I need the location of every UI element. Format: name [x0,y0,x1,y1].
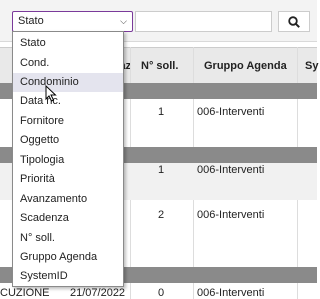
option-n-soll[interactable]: N° soll. [13,229,123,248]
header-n-soll[interactable]: N° soll. [141,60,178,72]
cell-n-soll: 1 [158,164,165,176]
option-gruppo-agenda[interactable]: Gruppo Agenda [13,248,123,267]
search-icon [288,16,300,28]
option-fornitore[interactable]: Fornitore [13,112,123,131]
option-tipologia[interactable]: Tipologia [13,151,123,170]
option-oggetto[interactable]: Oggetto [13,131,123,150]
option-priorita[interactable]: Priorità [13,170,123,189]
option-cond[interactable]: Cond. [13,54,123,73]
cell-gruppo: 006-Interventi [197,209,265,221]
search-button[interactable] [278,11,310,32]
option-stato[interactable]: Stato [13,34,123,53]
option-scadenza[interactable]: Scadenza [13,209,123,228]
field-select-value: Stato [18,15,44,27]
cell-gruppo: 006-Interventi [197,106,265,118]
option-data-ric[interactable]: Data ric. [13,92,123,111]
field-select-dropdown: Stato Cond. Condominio Data ric. Fornito… [12,31,124,287]
mouse-cursor-icon [45,85,57,102]
cell-date: 21/07/2022 [70,287,126,299]
field-select[interactable]: Stato ⌵ [12,11,133,32]
chevron-down-icon: ⌵ [120,16,127,26]
search-input[interactable] [135,11,272,32]
option-avanzamento[interactable]: Avanzamento [13,190,123,209]
cell-n-soll: 2 [158,209,165,221]
header-gruppo-agenda[interactable]: Gruppo Agenda [204,60,287,72]
cell-stato: CUZIONE [0,287,50,299]
option-condominio[interactable]: Condominio [13,73,123,92]
option-systemid[interactable]: SystemID [13,267,123,286]
cell-n-soll: 1 [158,106,165,118]
header-next[interactable]: Sy [305,60,318,72]
cell-gruppo: 006-Interventi [197,164,265,176]
cell-gruppo: 006-Interventi [197,287,265,299]
cell-n-soll: 0 [158,287,165,299]
